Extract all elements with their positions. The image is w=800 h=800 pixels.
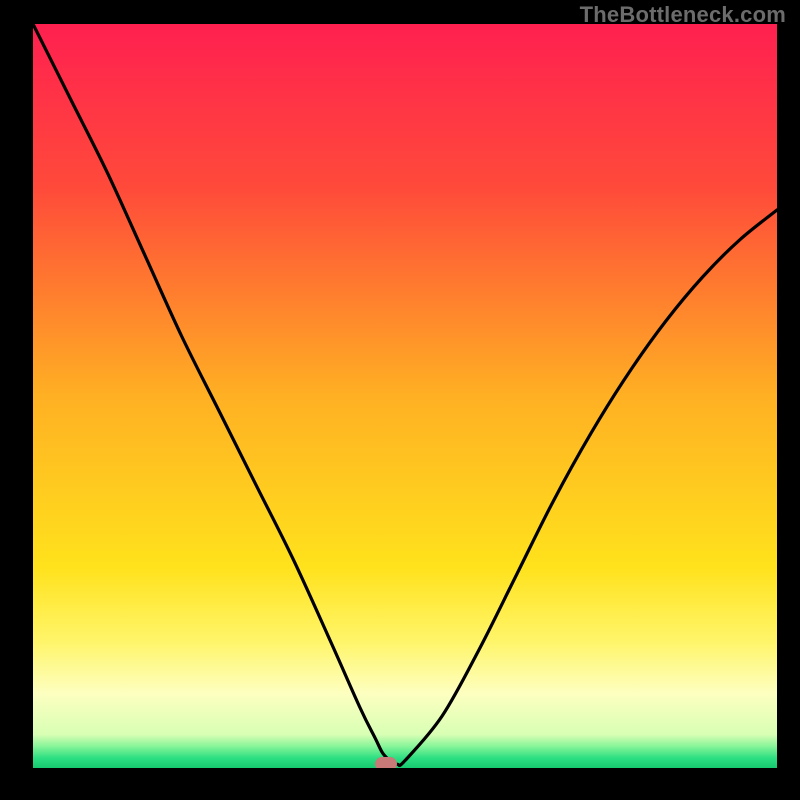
bottleneck-curve-path — [33, 24, 777, 765]
plot-area — [33, 24, 777, 768]
chart-frame: TheBottleneck.com — [0, 0, 800, 800]
optimum-marker — [375, 757, 397, 768]
curve-svg — [33, 24, 777, 768]
